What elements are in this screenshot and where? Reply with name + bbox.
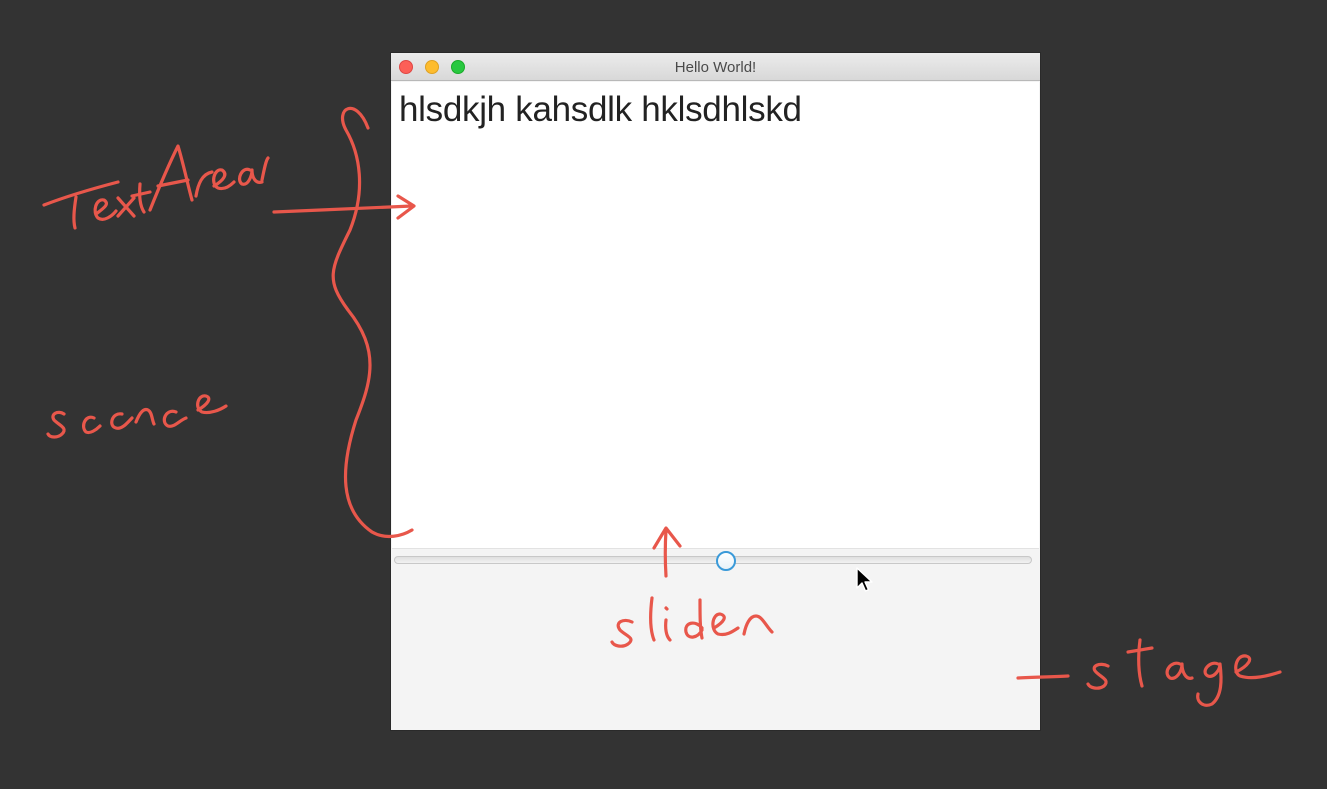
title-bar[interactable]: Hello World! (391, 53, 1040, 81)
window-title: Hello World! (674, 59, 757, 76)
slider-track[interactable] (394, 556, 1032, 564)
mouse-cursor-icon (856, 567, 873, 592)
text-area[interactable]: hlsdkjh kahsdlk hklsdhlskd (392, 82, 1039, 549)
slider-container (392, 549, 1039, 729)
slider-thumb[interactable] (715, 551, 736, 571)
app-window: Hello World! hlsdkjh kahsdlk hklsdhlskd (391, 53, 1040, 730)
